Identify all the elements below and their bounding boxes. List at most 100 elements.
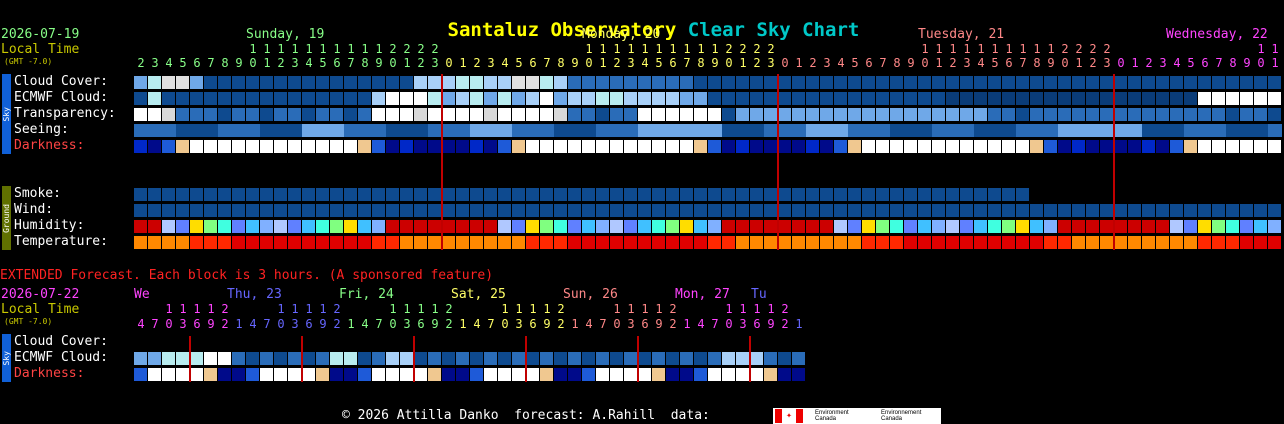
ecmwf-cloud-row[interactable] (134, 92, 1282, 105)
forecast-block[interactable] (246, 368, 259, 381)
forecast-block[interactable] (1086, 236, 1099, 249)
forecast-block[interactable] (946, 76, 959, 89)
forecast-block[interactable] (862, 188, 875, 201)
forecast-block[interactable] (792, 352, 805, 365)
forecast-block[interactable] (1044, 140, 1057, 153)
forecast-block[interactable] (344, 124, 358, 137)
forecast-block[interactable] (736, 368, 749, 381)
forecast-block[interactable] (330, 140, 343, 153)
forecast-block[interactable] (820, 76, 833, 89)
forecast-block[interactable] (624, 368, 637, 381)
forecast-block[interactable] (1030, 108, 1043, 121)
forecast-block[interactable] (1142, 204, 1155, 217)
forecast-block[interactable] (988, 76, 1001, 89)
forecast-block[interactable] (848, 76, 861, 89)
forecast-block[interactable] (1128, 204, 1141, 217)
forecast-block[interactable] (974, 188, 987, 201)
forecast-block[interactable] (694, 108, 707, 121)
forecast-block[interactable] (540, 76, 553, 89)
forecast-block[interactable] (1114, 220, 1127, 233)
forecast-block[interactable] (386, 368, 399, 381)
darkness-row[interactable] (134, 140, 1282, 153)
forecast-block[interactable] (918, 188, 931, 201)
forecast-block[interactable] (918, 108, 931, 121)
forecast-block[interactable] (288, 188, 301, 201)
forecast-block[interactable] (820, 140, 833, 153)
forecast-block[interactable] (848, 204, 861, 217)
forecast-block[interactable] (540, 368, 553, 381)
forecast-block[interactable] (204, 140, 217, 153)
forecast-block[interactable] (1058, 204, 1071, 217)
forecast-block[interactable] (778, 352, 791, 365)
forecast-block[interactable] (582, 108, 595, 121)
forecast-block[interactable] (974, 140, 987, 153)
forecast-block[interactable] (624, 204, 637, 217)
forecast-block[interactable] (372, 220, 385, 233)
forecast-block[interactable] (456, 220, 469, 233)
forecast-block[interactable] (694, 236, 707, 249)
forecast-block[interactable] (344, 108, 357, 121)
forecast-block[interactable] (204, 108, 217, 121)
forecast-block[interactable] (1156, 220, 1169, 233)
forecast-block[interactable] (694, 92, 707, 105)
forecast-block[interactable] (274, 204, 287, 217)
ext-darkness-row[interactable] (134, 368, 806, 381)
smoke-row[interactable] (134, 188, 1282, 201)
forecast-block[interactable] (260, 220, 273, 233)
forecast-block[interactable] (750, 220, 763, 233)
forecast-block[interactable] (134, 76, 147, 89)
forecast-block[interactable] (778, 236, 791, 249)
forecast-block[interactable] (666, 188, 679, 201)
forecast-block[interactable] (456, 204, 469, 217)
forecast-block[interactable] (1254, 220, 1267, 233)
forecast-block[interactable] (260, 204, 273, 217)
forecast-block[interactable] (666, 236, 679, 249)
forecast-block[interactable] (442, 124, 456, 137)
forecast-block[interactable] (1240, 76, 1253, 89)
forecast-block[interactable] (190, 92, 203, 105)
forecast-block[interactable] (596, 236, 609, 249)
forecast-block[interactable] (190, 140, 203, 153)
forecast-block[interactable] (498, 124, 512, 137)
forecast-block[interactable] (568, 220, 581, 233)
forecast-block[interactable] (988, 188, 1001, 201)
forecast-block[interactable] (806, 220, 819, 233)
forecast-block[interactable] (456, 368, 469, 381)
forecast-block[interactable] (512, 368, 525, 381)
forecast-block[interactable] (1100, 76, 1113, 89)
forecast-block[interactable] (456, 236, 469, 249)
forecast-block[interactable] (582, 204, 595, 217)
cloud-cover-row[interactable] (134, 76, 1282, 89)
forecast-block[interactable] (400, 368, 413, 381)
forecast-block[interactable] (358, 204, 371, 217)
forecast-block[interactable] (554, 368, 567, 381)
forecast-block[interactable] (554, 204, 567, 217)
forecast-block[interactable] (288, 220, 301, 233)
forecast-block[interactable] (638, 92, 651, 105)
forecast-block[interactable] (330, 108, 343, 121)
forecast-block[interactable] (176, 368, 189, 381)
forecast-block[interactable] (988, 236, 1001, 249)
forecast-block[interactable] (750, 92, 763, 105)
forecast-block[interactable] (764, 140, 777, 153)
forecast-block[interactable] (540, 92, 553, 105)
forecast-block[interactable] (680, 92, 693, 105)
forecast-block[interactable] (736, 352, 749, 365)
forecast-block[interactable] (1044, 236, 1057, 249)
forecast-block[interactable] (162, 236, 175, 249)
forecast-block[interactable] (554, 236, 567, 249)
forecast-block[interactable] (358, 108, 371, 121)
forecast-block[interactable] (988, 124, 1002, 137)
forecast-block[interactable] (344, 352, 357, 365)
forecast-block[interactable] (1212, 220, 1225, 233)
forecast-block[interactable] (1072, 140, 1085, 153)
forecast-block[interactable] (624, 92, 637, 105)
forecast-block[interactable] (148, 368, 161, 381)
forecast-block[interactable] (442, 188, 455, 201)
forecast-block[interactable] (134, 352, 147, 365)
forecast-block[interactable] (694, 188, 707, 201)
forecast-block[interactable] (428, 236, 441, 249)
forecast-block[interactable] (428, 108, 441, 121)
forecast-block[interactable] (1128, 124, 1142, 137)
forecast-block[interactable] (736, 188, 749, 201)
